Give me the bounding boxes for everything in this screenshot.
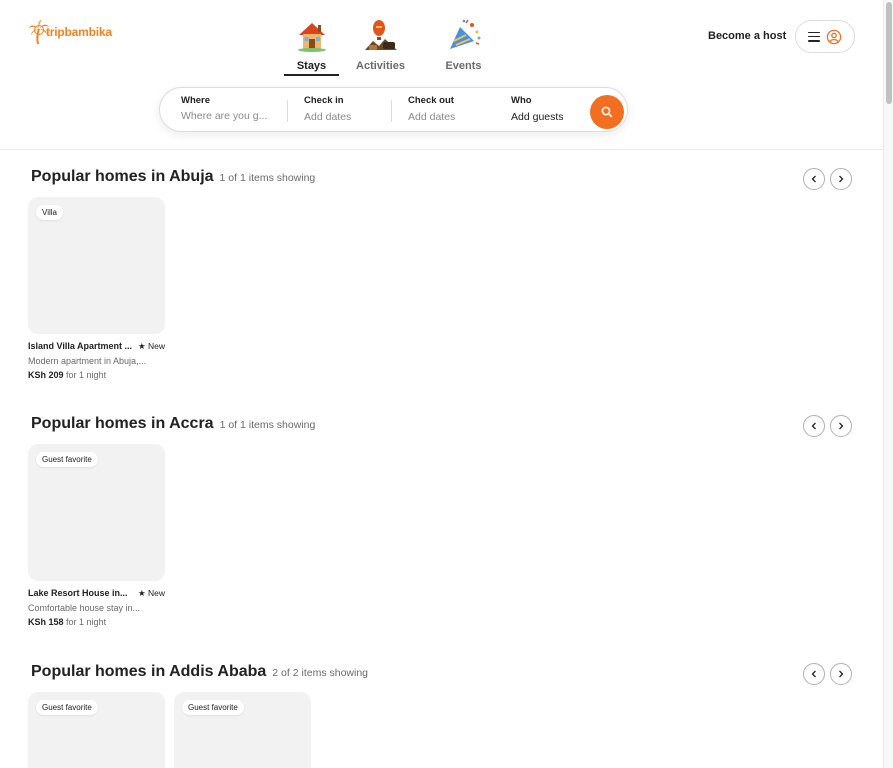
house-icon	[294, 18, 330, 54]
next-button[interactable]	[830, 415, 852, 437]
search-button[interactable]	[590, 95, 624, 129]
chevron-right-icon	[839, 422, 844, 430]
scrollbar-thumb[interactable]	[886, 2, 892, 104]
tab-stays[interactable]: Stays	[284, 18, 339, 76]
listing-card[interactable]: Guest favorite	[28, 692, 165, 768]
hot-air-balloon-icon	[363, 18, 399, 54]
listing-price: KSh 209 for 1 night	[28, 370, 165, 380]
check-out-field[interactable]: Check out Add dates	[408, 95, 455, 123]
section-title: Popular homes in Accra 1 of 1 items showi…	[31, 415, 315, 433]
section-heading: Popular homes in Abuja	[31, 168, 214, 185]
party-popper-icon	[446, 18, 482, 54]
where-input[interactable]	[181, 110, 271, 122]
where-field[interactable]: Where	[181, 95, 271, 124]
divider	[391, 100, 392, 122]
guests-label: Who	[511, 95, 532, 106]
listing-card[interactable]: Guest favorite Lake Resort House in... ★…	[28, 444, 165, 627]
tab-activities[interactable]: Activities	[339, 18, 422, 72]
next-button[interactable]	[830, 168, 852, 190]
search-bar: Where Check in Add dates Check out Add d…	[159, 87, 628, 132]
prev-button[interactable]	[803, 663, 825, 685]
section-title: Popular homes in Addis Ababa 2 of 2 items…	[31, 663, 368, 681]
search-icon	[601, 106, 613, 118]
guests-value: Add guests	[511, 111, 564, 123]
section-heading: Popular homes in Accra	[31, 415, 214, 432]
where-label: Where	[181, 95, 211, 106]
items-count: 1 of 1 items showing	[219, 419, 316, 431]
chevron-left-icon	[811, 175, 816, 183]
listing-image[interactable]: Guest favorite	[28, 444, 165, 581]
chevron-left-icon	[811, 422, 816, 430]
logo[interactable]: tripbambika	[28, 18, 112, 46]
category-tabs: Stays Activities Events	[284, 18, 505, 76]
guests-field[interactable]: Who Add guests	[511, 95, 564, 123]
listing-name: Island Villa Apartment ...	[28, 341, 133, 351]
tab-label: Events	[445, 60, 482, 72]
listing-name: Lake Resort House in...	[28, 588, 128, 598]
next-button[interactable]	[830, 663, 852, 685]
user-circle-icon	[826, 29, 842, 44]
page-scrollbar[interactable]	[883, 0, 893, 768]
listing-badge: Guest favorite	[36, 700, 98, 715]
listing-image[interactable]: Guest favorite	[28, 692, 165, 768]
price-period: for 1 night	[66, 370, 107, 380]
listing-card[interactable]: Villa Island Villa Apartment ... ★ New M…	[28, 197, 165, 380]
tab-events[interactable]: Events	[422, 18, 505, 72]
chevron-right-icon	[839, 670, 844, 678]
prev-button[interactable]	[803, 415, 825, 437]
items-count: 2 of 2 items showing	[272, 667, 369, 679]
listing-badge: Guest favorite	[36, 452, 98, 467]
logo-text: tripbambika	[46, 25, 112, 39]
listing-card[interactable]: Guest favorite	[174, 692, 311, 768]
listing-image[interactable]: Villa	[28, 197, 165, 334]
top-header: tripbambika Stays Activities Events Beco…	[0, 0, 883, 150]
check-out-label: Check out	[408, 95, 454, 106]
check-in-field[interactable]: Check in Add dates	[304, 95, 351, 123]
listing-badge: Villa	[36, 205, 63, 220]
items-count: 1 of 1 items showing	[219, 172, 316, 184]
chevron-left-icon	[811, 670, 816, 678]
listing-description: Comfortable house stay in...	[28, 603, 141, 613]
listing-price: KSh 158 for 1 night	[28, 617, 165, 627]
tab-label: Stays	[296, 60, 327, 72]
section-heading: Popular homes in Addis Ababa	[31, 663, 267, 680]
become-host-link[interactable]: Become a host	[708, 30, 786, 42]
prev-button[interactable]	[803, 168, 825, 190]
check-in-value: Add dates	[304, 111, 352, 123]
price-amount: KSh 158	[28, 617, 64, 627]
listing-image[interactable]: Guest favorite	[174, 692, 311, 768]
listing-badge: Guest favorite	[182, 700, 244, 715]
price-amount: KSh 209	[28, 370, 64, 380]
section-title: Popular homes in Abuja 1 of 1 items showi…	[31, 168, 315, 186]
check-in-label: Check in	[304, 95, 344, 106]
divider	[287, 100, 288, 122]
check-out-value: Add dates	[408, 111, 456, 123]
chevron-right-icon	[839, 175, 844, 183]
tab-label: Activities	[356, 60, 405, 72]
listing-rating: ★ New	[138, 341, 165, 351]
listing-rating: ★ New	[138, 588, 165, 598]
hamburger-menu-icon	[808, 31, 820, 42]
price-period: for 1 night	[66, 617, 107, 627]
user-menu-button[interactable]	[795, 20, 855, 53]
listing-description: Modern apartment in Abuja,...	[28, 356, 147, 366]
